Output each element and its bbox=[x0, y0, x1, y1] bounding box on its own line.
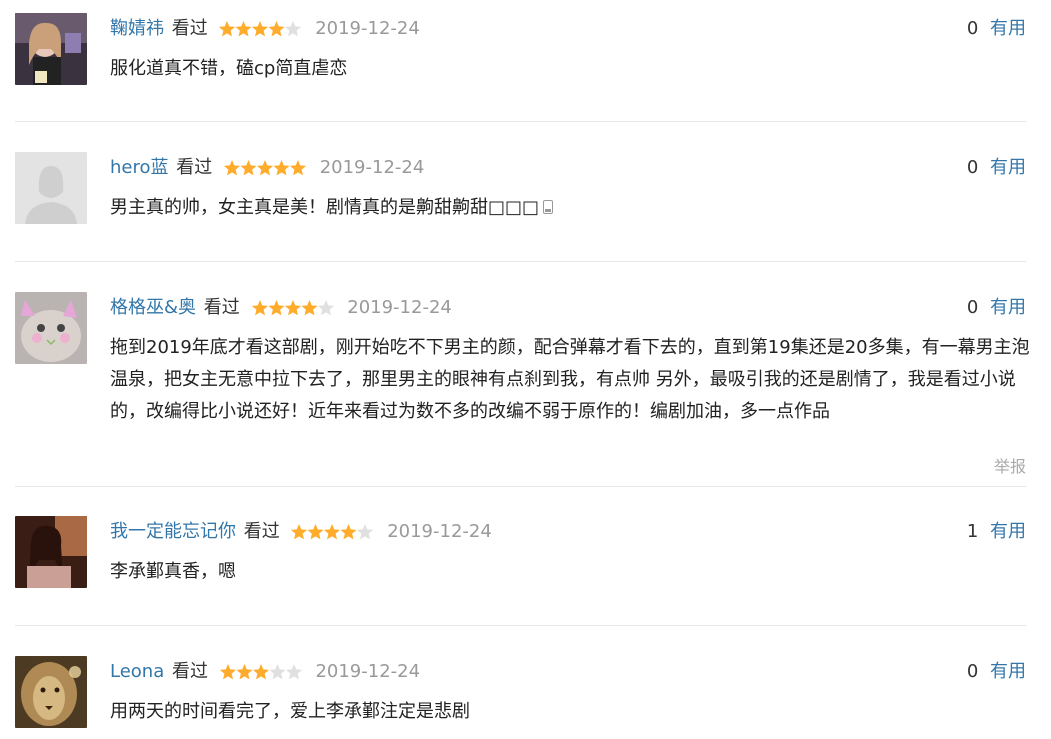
watch-status: 看过 bbox=[176, 157, 213, 178]
stars-graphic bbox=[219, 21, 302, 37]
review-item: 我一定能忘记你 看过 2019-12-24 1 有用 李承鄞真香，嗯 bbox=[0, 516, 1051, 616]
review-date: 2019-12-24 bbox=[319, 157, 425, 178]
useful-button[interactable]: 有用 bbox=[990, 521, 1026, 542]
rating-stars bbox=[291, 523, 374, 541]
star-filled-icon bbox=[267, 300, 285, 316]
star-filled-icon bbox=[236, 664, 253, 680]
star-empty-icon bbox=[285, 664, 302, 680]
star-filled-icon bbox=[284, 300, 301, 316]
star-filled-icon bbox=[307, 524, 325, 540]
stars-graphic bbox=[219, 664, 302, 680]
rating-stars bbox=[223, 159, 306, 177]
user-avatar[interactable] bbox=[15, 656, 87, 728]
star-filled-icon bbox=[223, 160, 241, 176]
useful-count: 0 bbox=[966, 18, 979, 39]
review-text: 用两天的时间看完了，爱上李承鄞注定是悲剧 bbox=[110, 701, 470, 722]
watch-status: 看过 bbox=[171, 661, 208, 682]
useful-button[interactable]: 有用 bbox=[990, 661, 1026, 682]
star-filled-icon bbox=[324, 524, 341, 540]
review-header: Leona 看过 2019-12-24 bbox=[110, 660, 420, 684]
star-filled-icon bbox=[240, 160, 257, 176]
review-date: 2019-12-24 bbox=[315, 18, 420, 39]
useful-count: 0 bbox=[966, 157, 979, 178]
review-header: 格格巫&奥 看过 2019-12-24 bbox=[110, 296, 452, 320]
username-link[interactable]: Leona bbox=[110, 661, 164, 682]
review-item: 鞠婧祎 看过 2019-12-24 0 有用 服化道真不错，磕cp简直虐恋 bbox=[0, 13, 1051, 113]
useful-vote: 0 有用 bbox=[967, 660, 1026, 684]
user-avatar[interactable] bbox=[15, 516, 87, 588]
star-filled-icon bbox=[252, 664, 269, 680]
review-text: 服化道真不错，磕cp简直虐恋 bbox=[110, 58, 348, 79]
watch-status: 看过 bbox=[171, 18, 208, 39]
useful-count: 0 bbox=[966, 297, 979, 318]
username-link[interactable]: 鞠婧祎 bbox=[110, 18, 164, 39]
star-filled-icon bbox=[256, 160, 274, 176]
user-avatar[interactable] bbox=[15, 292, 87, 364]
useful-button[interactable]: 有用 bbox=[990, 18, 1026, 39]
useful-vote: 0 有用 bbox=[967, 296, 1026, 320]
star-filled-icon bbox=[219, 21, 236, 37]
review-text: 拖到2019年底才看这部剧，刚开始吃不下男主的颜，配合弹幕才看下去的，直到第19… bbox=[110, 337, 1030, 422]
divider bbox=[15, 261, 1026, 262]
divider bbox=[15, 121, 1026, 122]
user-avatar[interactable] bbox=[15, 152, 87, 224]
rating-stars bbox=[219, 20, 302, 38]
star-empty-icon bbox=[317, 300, 334, 316]
divider bbox=[15, 625, 1026, 626]
rating-stars bbox=[219, 663, 302, 681]
watch-status: 看过 bbox=[203, 297, 240, 318]
stars-graphic bbox=[291, 524, 374, 540]
useful-vote: 1 有用 bbox=[967, 520, 1026, 544]
star-filled-icon bbox=[273, 160, 290, 176]
phone-emoji-icon bbox=[543, 200, 554, 214]
review-header: 我一定能忘记你 看过 2019-12-24 bbox=[110, 520, 492, 544]
stars-graphic bbox=[251, 300, 334, 316]
star-filled-icon bbox=[340, 524, 358, 540]
useful-vote: 0 有用 bbox=[967, 156, 1026, 180]
star-filled-icon bbox=[235, 21, 253, 37]
review-date: 2019-12-24 bbox=[387, 521, 492, 542]
rating-stars bbox=[251, 299, 334, 317]
review-text-container: 男主真的帅，女主真是美！剧情真的是齁甜齁甜□□□ bbox=[110, 192, 1030, 224]
review-date: 2019-12-24 bbox=[315, 661, 421, 682]
review-item: hero蓝 看过 2019-12-24 0 有用 男主真的帅，女主真是美！剧情真… bbox=[0, 152, 1051, 252]
username-link[interactable]: 我一定能忘记你 bbox=[110, 521, 236, 542]
useful-button[interactable]: 有用 bbox=[990, 297, 1026, 318]
watch-status: 看过 bbox=[243, 521, 280, 542]
useful-count: 0 bbox=[966, 661, 979, 682]
review-item: Leona 看过 2019-12-24 0 有用 用两天的时间看完了，爱上李承鄞… bbox=[0, 656, 1051, 739]
star-filled-icon bbox=[252, 21, 269, 37]
star-filled-icon bbox=[289, 160, 306, 176]
user-avatar[interactable] bbox=[15, 13, 87, 85]
star-filled-icon bbox=[268, 21, 286, 37]
review-date: 2019-12-24 bbox=[347, 297, 452, 318]
stars-graphic bbox=[223, 160, 306, 176]
username-link[interactable]: 格格巫&奥 bbox=[110, 297, 196, 318]
star-filled-icon bbox=[300, 300, 318, 316]
useful-button[interactable]: 有用 bbox=[990, 157, 1026, 178]
star-filled-icon bbox=[251, 300, 268, 316]
useful-count: 1 bbox=[966, 521, 979, 542]
star-filled-icon bbox=[219, 664, 236, 680]
useful-vote: 0 有用 bbox=[967, 17, 1026, 41]
review-text: 李承鄞真香，嗯 bbox=[110, 561, 236, 582]
username-link[interactable]: hero蓝 bbox=[110, 157, 169, 178]
star-empty-icon bbox=[357, 524, 374, 540]
review-item: 格格巫&奥 看过 2019-12-24 0 有用 拖到2019年底才看这部剧，刚… bbox=[0, 292, 1051, 478]
star-filled-icon bbox=[291, 524, 308, 540]
review-text: 男主真的帅，女主真是美！剧情真的是齁甜齁甜□□□ bbox=[110, 197, 540, 218]
review-header: hero蓝 看过 2019-12-24 bbox=[110, 156, 424, 180]
star-empty-icon bbox=[269, 664, 286, 680]
star-empty-icon bbox=[285, 21, 302, 37]
comment-list: 鞠婧祎 看过 2019-12-24 0 有用 服化道真不错，磕cp简直虐恋 he… bbox=[0, 0, 1051, 739]
report-link[interactable]: 举报 bbox=[994, 453, 1026, 477]
review-header: 鞠婧祎 看过 2019-12-24 bbox=[110, 17, 420, 41]
divider bbox=[15, 486, 1026, 487]
default-avatar-icon bbox=[15, 152, 87, 224]
